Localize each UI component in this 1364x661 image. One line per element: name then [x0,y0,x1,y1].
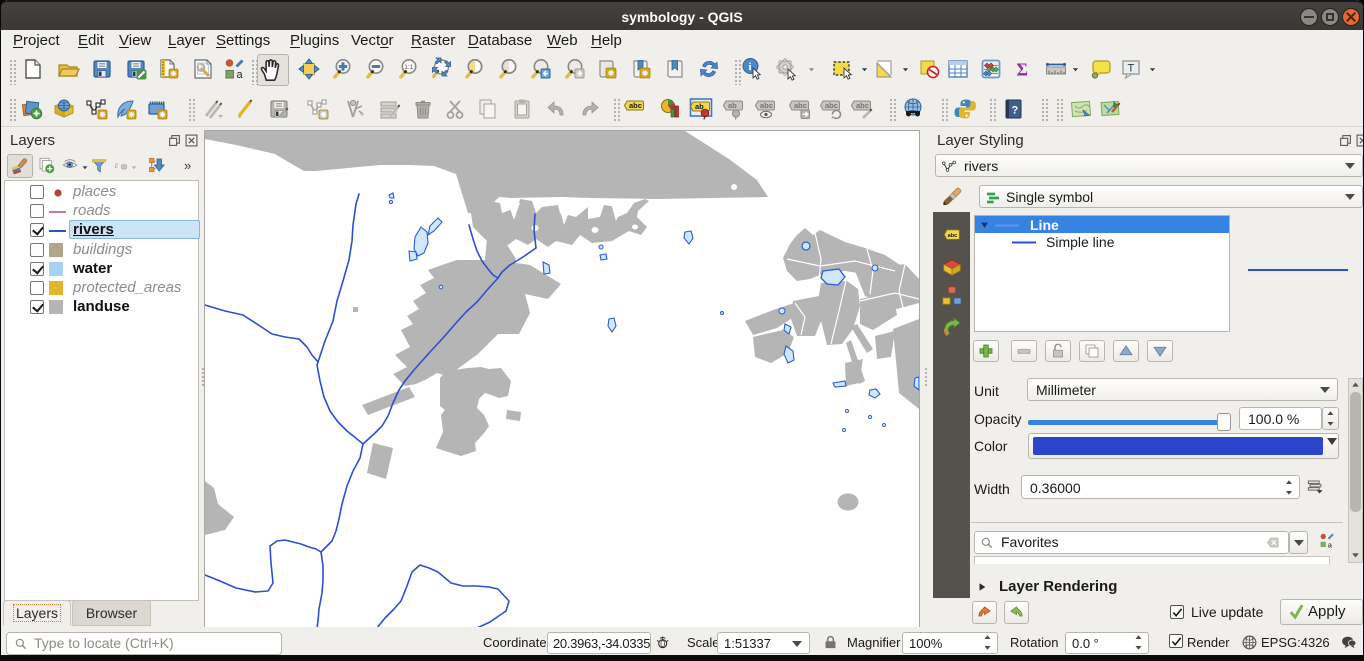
svg-text:a: a [237,69,244,81]
svg-text:i: i [749,61,752,73]
svg-text:abc: abc [948,233,958,239]
svg-text:abc: abc [825,101,838,110]
svg-text:T: T [1128,63,1135,75]
svg-text:Σ: Σ [1017,59,1028,79]
svg-text:a: a [1328,540,1333,549]
svg-text:?: ? [1012,105,1019,117]
svg-text:abc: abc [760,101,773,110]
svg-text:abc: abc [794,101,807,110]
svg-text:abc: abc [856,101,869,110]
svg-text:1:1: 1:1 [404,64,413,71]
svg-text:abc: abc [629,101,642,110]
svg-text:ab: ab [728,101,737,110]
svg-text:ε: ε [115,161,119,171]
